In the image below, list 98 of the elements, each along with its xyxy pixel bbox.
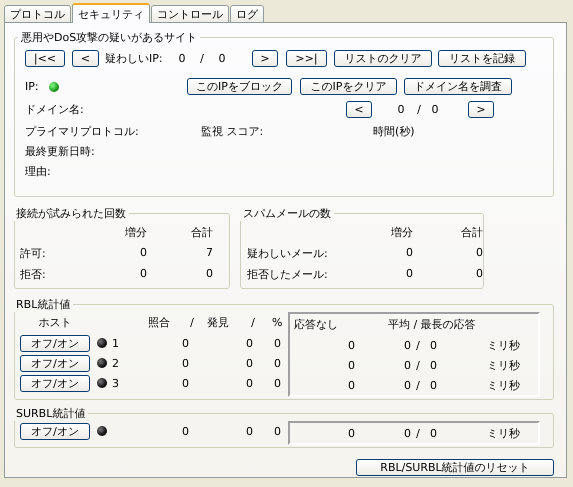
column-header: 合計: [190, 225, 213, 240]
group-title: 接続が試みられた回数: [15, 206, 127, 221]
field-label: 監視 スコア:: [201, 124, 264, 139]
longest-response: 0: [429, 338, 437, 352]
no-response-count: 0: [347, 426, 355, 440]
longest-response: 0: [429, 426, 437, 440]
found-count: 0: [245, 424, 253, 438]
row-label: 許可:: [20, 246, 47, 261]
field-label: IP:: [25, 80, 40, 93]
group-title: スパムメールの数: [242, 206, 332, 221]
column-header: /: [250, 316, 256, 329]
toggle-button[interactable]: オフ/オン: [20, 422, 90, 440]
column-header: 応答なし: [294, 317, 339, 332]
query-count: 0: [181, 376, 189, 390]
row-label: 拒否したメール:: [247, 267, 329, 282]
first-button[interactable]: |<<: [25, 50, 65, 67]
save-list-button[interactable]: リストを記録: [438, 50, 526, 67]
field-label: 最終更新日時:: [25, 144, 95, 159]
field-label: 理由:: [25, 164, 51, 179]
row-label: 疑わしいメール:: [247, 246, 329, 261]
field-label: 疑わしいIP:: [105, 51, 164, 66]
column-header: 合計: [460, 225, 483, 240]
separator: /: [416, 103, 422, 116]
group-title: SURBL統計値: [15, 406, 86, 421]
unit-label: ミリ秒: [487, 426, 521, 440]
position-value: 0: [178, 52, 186, 65]
unit-label: ミリ秒: [487, 338, 521, 352]
reset-button[interactable]: RBL/SURBL統計値のリセット: [356, 459, 554, 476]
average-response: 0: [403, 426, 411, 440]
separator: /: [415, 426, 421, 440]
host-number: 1: [112, 336, 120, 350]
column-header: /: [189, 316, 195, 329]
query-count: 0: [181, 424, 189, 438]
group-title: 悪用やDoS攻撃の疑いがあるサイト: [20, 30, 198, 45]
toggle-button[interactable]: オフ/オン: [20, 374, 90, 392]
next-button[interactable]: >: [468, 101, 494, 118]
tab[interactable]: プロトコル: [4, 5, 71, 22]
count-value: 0: [430, 103, 440, 116]
toggle-button[interactable]: オフ/オン: [20, 354, 90, 372]
previous-button[interactable]: <: [346, 101, 372, 118]
previous-button[interactable]: <: [72, 50, 99, 67]
count-value: 0: [475, 267, 483, 282]
field-label: 時間(秒): [373, 124, 415, 139]
tab[interactable]: ログ: [230, 5, 264, 22]
host-number: 3: [112, 376, 120, 390]
longest-response: 0: [429, 358, 437, 372]
separator: /: [199, 52, 205, 65]
host-number: 2: [112, 356, 120, 370]
query-count: 0: [181, 356, 189, 370]
last-button[interactable]: >>|: [286, 50, 327, 67]
unit-label: ミリ秒: [487, 358, 521, 372]
field-label: ドメイン名:: [25, 102, 85, 117]
found-count: 0: [245, 336, 253, 350]
count-value: 0: [475, 246, 483, 261]
tab[interactable]: コントロール: [151, 5, 229, 22]
no-response-count: 0: [347, 378, 355, 392]
no-response-count: 0: [347, 338, 355, 352]
column-header: 照合: [148, 315, 171, 330]
count-value: 0: [139, 246, 147, 261]
found-count: 0: [245, 356, 253, 370]
column-header: 平均 / 最長の応答: [388, 317, 477, 332]
percent-value: 0: [273, 376, 281, 390]
found-count: 0: [245, 376, 253, 390]
column-header: %: [272, 316, 282, 329]
count-value: 7: [205, 246, 213, 261]
count-value: 0: [405, 246, 413, 261]
count-value: 0: [218, 52, 226, 65]
tab[interactable]: セキュリティ: [72, 3, 150, 23]
average-response: 0: [403, 378, 411, 392]
field-label: プライマリプロトコル:: [25, 124, 140, 139]
column-header: 発見: [207, 315, 230, 330]
next-button[interactable]: >: [252, 50, 278, 67]
position-value: 0: [396, 103, 406, 116]
group-title: RBL統計値: [15, 297, 72, 312]
action-button[interactable]: ドメイン名を調査: [404, 78, 512, 95]
query-count: 0: [181, 336, 189, 350]
percent-value: 0: [273, 356, 281, 370]
action-button[interactable]: このIPをクリア: [300, 78, 397, 95]
unit-label: ミリ秒: [487, 378, 521, 392]
row-label: 拒否:: [20, 267, 47, 282]
longest-response: 0: [429, 378, 437, 392]
separator: /: [415, 338, 421, 352]
clear-list-button[interactable]: リストのクリア: [334, 50, 432, 67]
separator: /: [415, 378, 421, 392]
average-response: 0: [403, 358, 411, 372]
separator: /: [415, 358, 421, 372]
toggle-button[interactable]: オフ/オン: [20, 334, 90, 352]
column-header: 増分: [390, 225, 413, 240]
action-button[interactable]: このIPをブロック: [187, 78, 292, 95]
column-header: 増分: [124, 225, 147, 240]
average-response: 0: [403, 338, 411, 352]
percent-value: 0: [273, 336, 281, 350]
no-response-count: 0: [347, 358, 355, 372]
count-value: 0: [139, 267, 147, 282]
count-value: 0: [205, 267, 213, 282]
count-value: 0: [405, 267, 413, 282]
column-header: ホスト: [38, 315, 72, 330]
percent-value: 0: [273, 424, 281, 438]
